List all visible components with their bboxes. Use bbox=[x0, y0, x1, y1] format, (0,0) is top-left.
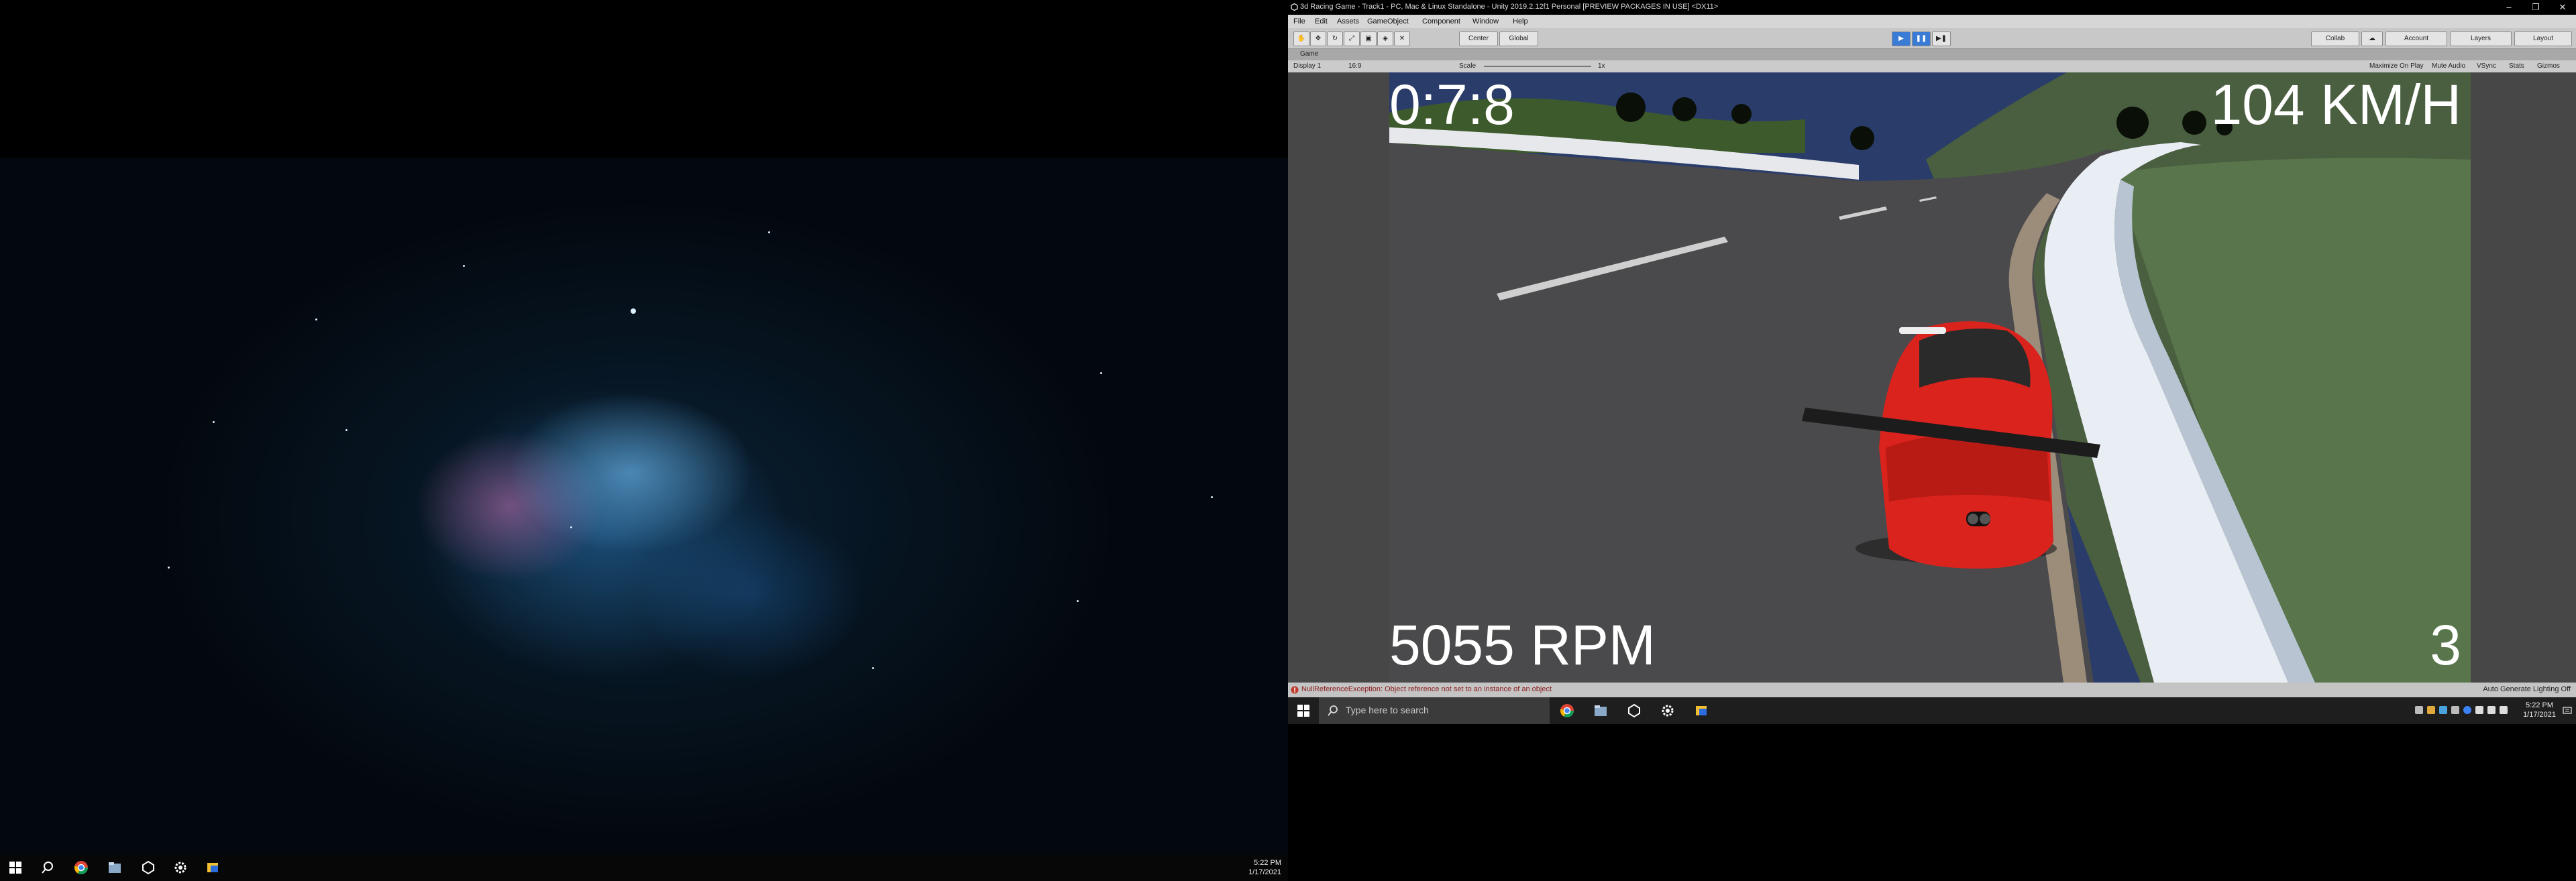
rotate-tool-button[interactable]: ↻ bbox=[1327, 32, 1343, 46]
collab-button[interactable]: Collab bbox=[2311, 32, 2359, 46]
transform-tool-button[interactable]: ◈ bbox=[1377, 32, 1393, 46]
settings-gear-icon[interactable] bbox=[173, 860, 188, 875]
minimize-button[interactable]: – bbox=[2496, 1, 2522, 13]
close-button[interactable]: ✕ bbox=[2549, 1, 2576, 13]
account-dropdown[interactable]: Account bbox=[2385, 32, 2447, 46]
unity-logo-icon bbox=[1291, 3, 1298, 11]
hud-gear: 3 bbox=[2430, 613, 2461, 677]
tray-icon[interactable] bbox=[2415, 706, 2423, 714]
notification-icon[interactable] bbox=[2563, 706, 2572, 715]
tray-icon[interactable] bbox=[2475, 706, 2483, 714]
menu-component[interactable]: Component bbox=[1422, 17, 1460, 25]
console-status-bar[interactable]: NullReferenceException: Object reference… bbox=[1288, 683, 2576, 697]
pivot-center-button[interactable]: Center bbox=[1459, 32, 1498, 46]
toolbar: ✋ ✥ ↻ ⤢ ▣ ◈ ✕ Center Global ▶ ❚❚ ▶❚ Coll… bbox=[1288, 28, 2576, 49]
step-button[interactable]: ▶❚ bbox=[1932, 32, 1951, 46]
clock[interactable]: 5:22 PM 1/17/2021 bbox=[2523, 701, 2556, 719]
error-message: NullReferenceException: Object reference… bbox=[1301, 685, 1552, 693]
clock[interactable]: 5:22 PM 1/17/2021 bbox=[1248, 858, 1281, 877]
menu-edit[interactable]: Edit bbox=[1315, 17, 1328, 25]
folder-app-icon[interactable] bbox=[1694, 703, 1709, 718]
menu-bar: File Edit Assets GameObject Component Wi… bbox=[1288, 15, 2576, 28]
file-explorer-icon[interactable] bbox=[1593, 703, 1608, 718]
clock-date: 1/17/2021 bbox=[1248, 868, 1281, 876]
error-icon bbox=[1291, 686, 1299, 694]
hud-speed: 104 KM/H bbox=[2210, 73, 2462, 136]
clock-date: 1/17/2021 bbox=[2523, 711, 2556, 719]
unity-editor-window: 3d Racing Game - Track1 - PC, Mac & Linu… bbox=[1288, 0, 2576, 697]
windows-start-icon[interactable] bbox=[8, 860, 23, 875]
system-tray bbox=[2415, 706, 2536, 715]
menu-file[interactable]: File bbox=[1293, 17, 1305, 25]
taskbar-search[interactable]: Type here to search bbox=[1319, 697, 1550, 724]
game-scene bbox=[1389, 72, 2471, 683]
title-bar: 3d Racing Game - Track1 - PC, Mac & Linu… bbox=[1288, 0, 2576, 15]
menu-assets[interactable]: Assets bbox=[1337, 17, 1359, 25]
unity-hub-icon[interactable] bbox=[141, 860, 156, 875]
custom-tool-button[interactable]: ✕ bbox=[1394, 32, 1410, 46]
menu-gameobject[interactable]: GameObject bbox=[1367, 17, 1409, 25]
lighting-status: Auto Generate Lighting Off bbox=[2483, 685, 2571, 693]
aspect-dropdown[interactable]: 16:9 bbox=[1348, 62, 1361, 70]
onedrive-icon[interactable] bbox=[2463, 706, 2471, 714]
game-tab-bar: Game bbox=[1288, 49, 2576, 60]
tab-game[interactable]: Game bbox=[1300, 50, 1318, 58]
left-taskbar: 5:22 PM 1/17/2021 bbox=[0, 855, 1288, 881]
settings-gear-icon[interactable] bbox=[1660, 703, 1675, 718]
file-explorer-icon[interactable] bbox=[107, 860, 122, 875]
global-space-button[interactable]: Global bbox=[1499, 32, 1538, 46]
stats-toggle[interactable]: Stats bbox=[2509, 62, 2524, 70]
windows-start-icon[interactable] bbox=[1296, 703, 1311, 718]
clock-time: 5:22 PM bbox=[2526, 701, 2554, 709]
game-view-controls: Display 1 16:9 Scale 1x Maximize On Play… bbox=[1288, 60, 2576, 73]
search-icon[interactable] bbox=[40, 860, 55, 875]
network-icon[interactable] bbox=[2487, 706, 2496, 714]
scale-value: 1x bbox=[1598, 62, 1605, 70]
scale-label: Scale bbox=[1459, 62, 1477, 70]
cloud-button[interactable]: ☁ bbox=[2361, 32, 2383, 46]
search-icon bbox=[1328, 705, 1338, 716]
display-dropdown[interactable]: Display 1 bbox=[1293, 62, 1321, 70]
clock-time: 5:22 PM bbox=[1254, 859, 1281, 867]
hud-rpm: 5055 RPM bbox=[1389, 613, 1656, 677]
vsync-toggle[interactable]: VSync bbox=[2477, 62, 2496, 70]
window-title: 3d Racing Game - Track1 - PC, Mac & Linu… bbox=[1300, 3, 1719, 11]
unity-hub-icon[interactable] bbox=[1627, 703, 1642, 718]
layout-dropdown[interactable]: Layout bbox=[2514, 32, 2572, 46]
search-placeholder: Type here to search bbox=[1346, 705, 1429, 715]
hud-lap-timer: 0:7:8 bbox=[1389, 73, 1515, 136]
gizmos-dropdown[interactable]: Gizmos bbox=[2537, 62, 2560, 70]
maximize-button[interactable]: ❐ bbox=[2522, 1, 2549, 13]
pause-button[interactable]: ❚❚ bbox=[1912, 32, 1931, 46]
nebula-wallpaper bbox=[0, 158, 1288, 855]
mute-audio-toggle[interactable]: Mute Audio bbox=[2432, 62, 2465, 70]
game-view[interactable]: 0:7:8 104 KM/H 5055 RPM 3 bbox=[1389, 72, 2471, 683]
menu-help[interactable]: Help bbox=[1513, 17, 1528, 25]
hand-tool-button[interactable]: ✋ bbox=[1293, 32, 1309, 46]
play-button[interactable]: ▶ bbox=[1892, 32, 1911, 46]
chrome-icon[interactable] bbox=[74, 860, 89, 875]
layers-dropdown[interactable]: Layers bbox=[2450, 32, 2512, 46]
rect-tool-button[interactable]: ▣ bbox=[1360, 32, 1377, 46]
tray-icon[interactable] bbox=[2451, 706, 2459, 714]
menu-window[interactable]: Window bbox=[1472, 17, 1499, 25]
game-viewport-frame: 0:7:8 104 KM/H 5055 RPM 3 bbox=[1288, 72, 2576, 683]
left-monitor: 5:22 PM 1/17/2021 bbox=[0, 0, 1288, 881]
tray-icon[interactable] bbox=[2427, 706, 2435, 714]
maximize-on-play-toggle[interactable]: Maximize On Play bbox=[2369, 62, 2424, 70]
volume-icon[interactable] bbox=[2500, 706, 2508, 714]
chrome-icon[interactable] bbox=[1560, 703, 1574, 718]
scale-tool-button[interactable]: ⤢ bbox=[1344, 32, 1360, 46]
scale-slider[interactable] bbox=[1484, 66, 1591, 67]
right-monitor: 3d Racing Game - Track1 - PC, Mac & Linu… bbox=[1288, 0, 2576, 881]
move-tool-button[interactable]: ✥ bbox=[1310, 32, 1326, 46]
right-taskbar: Type here to search 5:22 PM 1/17/2021 bbox=[1288, 697, 2576, 724]
tray-icon[interactable] bbox=[2439, 706, 2447, 714]
folder-app-icon[interactable] bbox=[205, 860, 220, 875]
